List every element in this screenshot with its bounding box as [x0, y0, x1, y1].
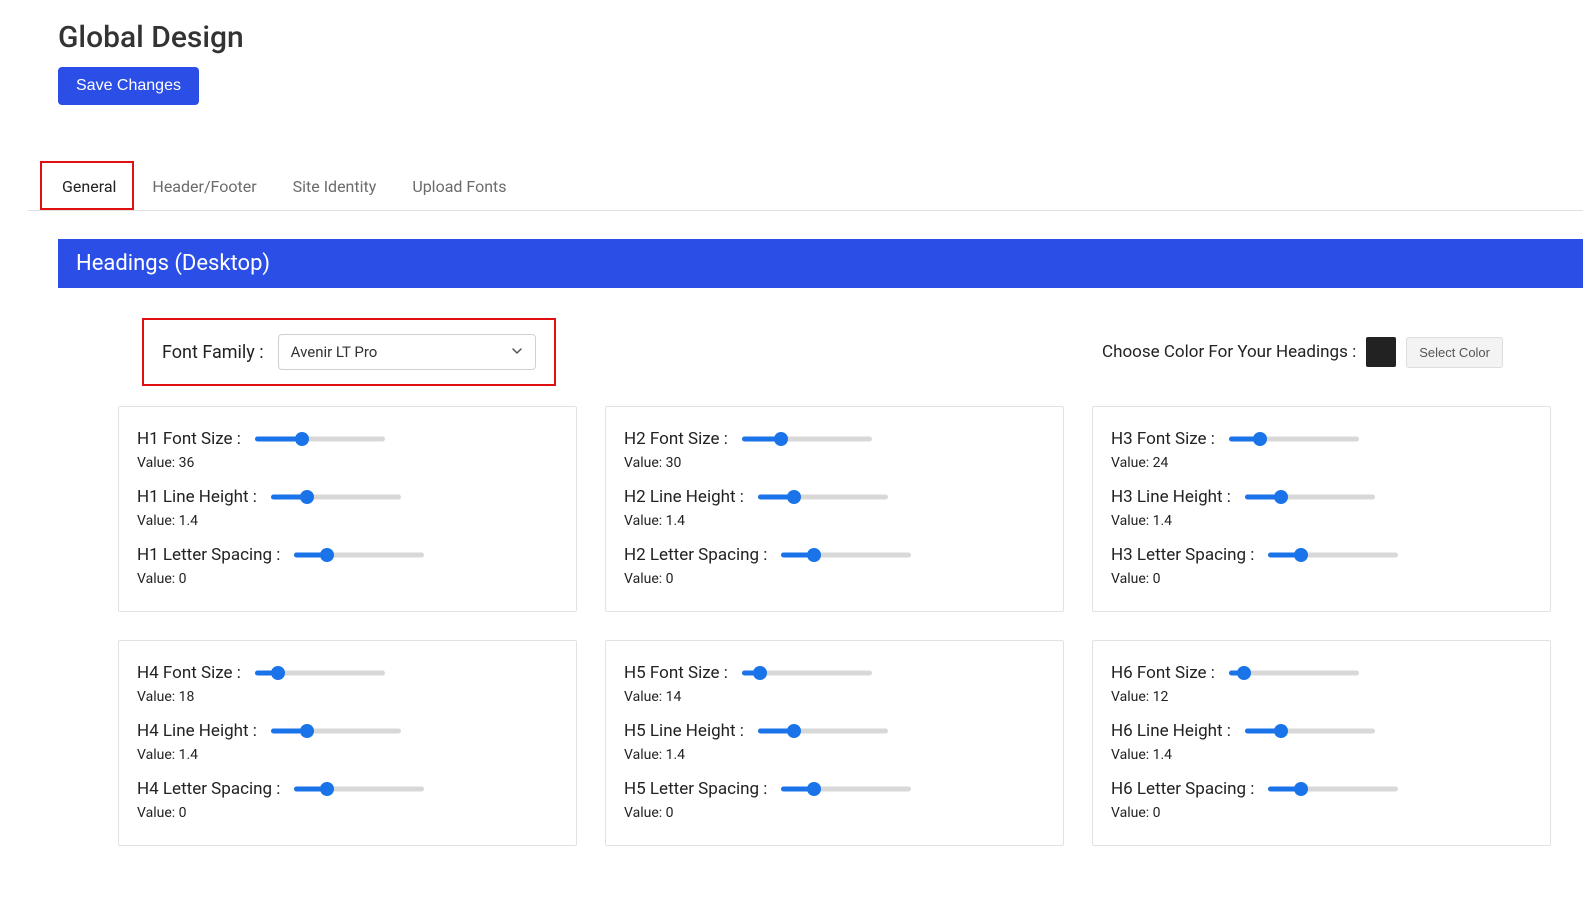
h1-card: H1 Font Size : Value: 36 H1 Line Height : V…	[118, 406, 577, 612]
h1-line-height-slider-thumb[interactable]	[300, 490, 314, 504]
h3-line-height-slider-thumb[interactable]	[1274, 490, 1288, 504]
heading-color-label: Choose Color For Your Headings :	[1102, 342, 1356, 362]
h2-card: H2 Font Size : Value: 30 H2 Line Height : V…	[605, 406, 1064, 612]
h1-line-height-slider[interactable]	[271, 490, 401, 504]
h5-letter-spacing-value: Value: 0	[624, 805, 1045, 821]
h6-line-height-value: Value: 1.4	[1111, 747, 1532, 763]
h2-font-size-slider[interactable]	[742, 432, 872, 446]
h6-font-size-label: H6 Font Size :	[1111, 663, 1215, 683]
h6-font-size-slider[interactable]	[1229, 666, 1359, 680]
h3-letter-spacing-value: Value: 0	[1111, 571, 1532, 587]
h3-font-size-value: Value: 24	[1111, 455, 1532, 471]
h5-letter-spacing-slider-thumb[interactable]	[807, 782, 821, 796]
h5-letter-spacing-slider[interactable]	[781, 782, 911, 796]
font-family-label: Font Family :	[162, 342, 264, 363]
h3-font-size-slider-thumb[interactable]	[1253, 432, 1267, 446]
h2-letter-spacing-value: Value: 0	[624, 571, 1045, 587]
h3-letter-spacing-label: H3 Letter Spacing :	[1111, 545, 1254, 565]
h3-font-size-slider[interactable]	[1229, 432, 1359, 446]
h1-font-size-label: H1 Font Size :	[137, 429, 241, 449]
tab-header-footer[interactable]: Header/Footer	[148, 165, 260, 210]
h6-letter-spacing-slider[interactable]	[1268, 782, 1398, 796]
h5-letter-spacing-label: H5 Letter Spacing :	[624, 779, 767, 799]
font-family-select[interactable]: Avenir LT Pro	[278, 334, 536, 370]
h4-font-size-value: Value: 18	[137, 689, 558, 705]
h5-line-height-value: Value: 1.4	[624, 747, 1045, 763]
font-family-highlight-box: Font Family : Avenir LT Pro	[142, 318, 556, 386]
tab-general[interactable]: General	[58, 165, 120, 210]
h5-line-height-label: H5 Line Height :	[624, 721, 744, 741]
section-header-headings-desktop: Headings (Desktop)	[58, 239, 1583, 288]
h1-line-height-label: H1 Line Height :	[137, 487, 257, 507]
h2-font-size-value: Value: 30	[624, 455, 1045, 471]
h6-letter-spacing-slider-thumb[interactable]	[1294, 782, 1308, 796]
h1-font-size-slider-thumb[interactable]	[295, 432, 309, 446]
chevron-down-icon	[511, 343, 523, 361]
h4-line-height-slider-thumb[interactable]	[300, 724, 314, 738]
h3-letter-spacing-slider-thumb[interactable]	[1294, 548, 1308, 562]
h1-letter-spacing-slider-thumb[interactable]	[320, 548, 334, 562]
h1-letter-spacing-value: Value: 0	[137, 571, 558, 587]
h6-card: H6 Font Size : Value: 12 H6 Line Height : V…	[1092, 640, 1551, 846]
h1-line-height-value: Value: 1.4	[137, 513, 558, 529]
h4-font-size-slider[interactable]	[255, 666, 385, 680]
h3-letter-spacing-slider[interactable]	[1268, 548, 1398, 562]
h6-font-size-slider-thumb[interactable]	[1237, 666, 1251, 680]
h3-line-height-value: Value: 1.4	[1111, 513, 1532, 529]
h6-font-size-value: Value: 12	[1111, 689, 1532, 705]
h1-font-size-value: Value: 36	[137, 455, 558, 471]
h2-line-height-slider-thumb[interactable]	[787, 490, 801, 504]
h2-letter-spacing-label: H2 Letter Spacing :	[624, 545, 767, 565]
tab-site-identity[interactable]: Site Identity	[289, 165, 381, 210]
h4-line-height-slider[interactable]	[271, 724, 401, 738]
h2-font-size-slider-thumb[interactable]	[774, 432, 788, 446]
h5-font-size-value: Value: 14	[624, 689, 1045, 705]
h2-letter-spacing-slider-thumb[interactable]	[807, 548, 821, 562]
h5-line-height-slider[interactable]	[758, 724, 888, 738]
heading-color-swatch[interactable]	[1366, 337, 1396, 367]
h5-font-size-label: H5 Font Size :	[624, 663, 728, 683]
save-changes-button[interactable]: Save Changes	[58, 67, 199, 105]
h1-font-size-slider[interactable]	[255, 432, 385, 446]
h6-line-height-label: H6 Line Height :	[1111, 721, 1231, 741]
h4-line-height-label: H4 Line Height :	[137, 721, 257, 741]
h6-line-height-slider[interactable]	[1245, 724, 1375, 738]
h4-font-size-label: H4 Font Size :	[137, 663, 241, 683]
h6-line-height-slider-thumb[interactable]	[1274, 724, 1288, 738]
h4-letter-spacing-value: Value: 0	[137, 805, 558, 821]
h2-line-height-slider[interactable]	[758, 490, 888, 504]
h5-line-height-slider-thumb[interactable]	[787, 724, 801, 738]
h2-font-size-label: H2 Font Size :	[624, 429, 728, 449]
h3-line-height-label: H3 Line Height :	[1111, 487, 1231, 507]
h4-letter-spacing-slider[interactable]	[294, 782, 424, 796]
h4-letter-spacing-label: H4 Letter Spacing :	[137, 779, 280, 799]
tabs-bar: General Header/Footer Site Identity Upload …	[28, 165, 1583, 211]
h3-font-size-label: H3 Font Size :	[1111, 429, 1215, 449]
h4-card: H4 Font Size : Value: 18 H4 Line Height : V…	[118, 640, 577, 846]
h2-line-height-label: H2 Line Height :	[624, 487, 744, 507]
h2-letter-spacing-slider[interactable]	[781, 548, 911, 562]
h3-line-height-slider[interactable]	[1245, 490, 1375, 504]
page-title: Global Design	[58, 20, 1583, 55]
h5-card: H5 Font Size : Value: 14 H5 Line Height : V…	[605, 640, 1064, 846]
h1-letter-spacing-slider[interactable]	[294, 548, 424, 562]
h5-font-size-slider[interactable]	[742, 666, 872, 680]
h5-font-size-slider-thumb[interactable]	[753, 666, 767, 680]
h1-letter-spacing-label: H1 Letter Spacing :	[137, 545, 280, 565]
h4-font-size-slider-thumb[interactable]	[271, 666, 285, 680]
h2-line-height-value: Value: 1.4	[624, 513, 1045, 529]
h6-letter-spacing-label: H6 Letter Spacing :	[1111, 779, 1254, 799]
h3-card: H3 Font Size : Value: 24 H3 Line Height : V…	[1092, 406, 1551, 612]
h6-letter-spacing-value: Value: 0	[1111, 805, 1532, 821]
font-family-selected-value: Avenir LT Pro	[291, 343, 378, 361]
h4-line-height-value: Value: 1.4	[137, 747, 558, 763]
select-color-button[interactable]: Select Color	[1406, 337, 1503, 368]
h4-letter-spacing-slider-thumb[interactable]	[320, 782, 334, 796]
tab-upload-fonts[interactable]: Upload Fonts	[408, 165, 510, 210]
